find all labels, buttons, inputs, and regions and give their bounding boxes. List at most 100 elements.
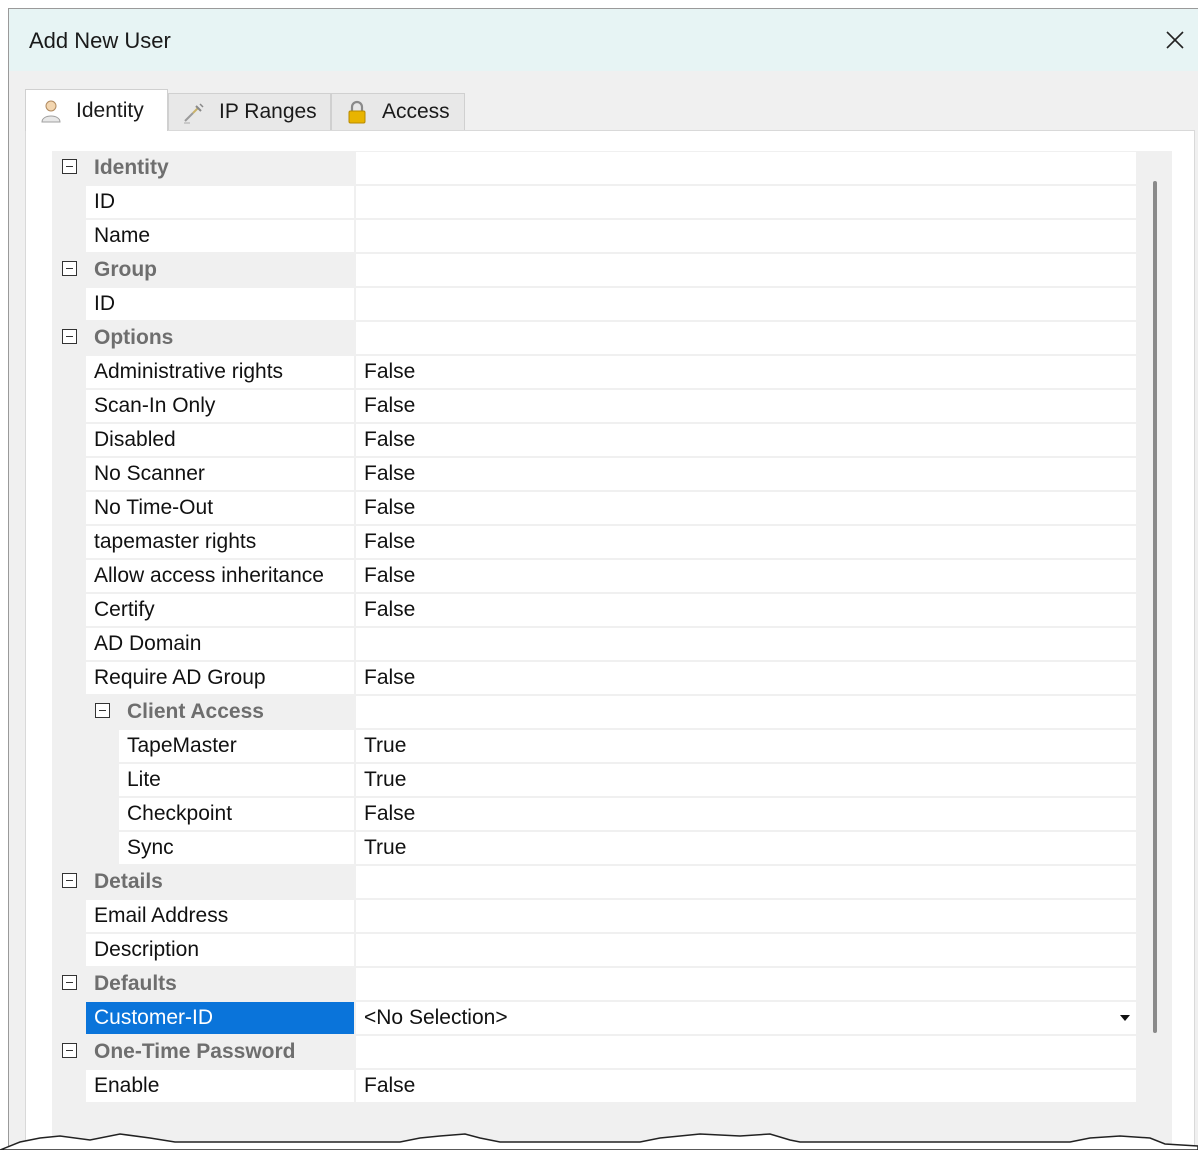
property-grid[interactable]: Identity ID Name Group ID Options Administrati… bbox=[52, 151, 1140, 1150]
property-name[interactable]: Enable bbox=[86, 1070, 354, 1102]
tab-access[interactable]: Access bbox=[331, 93, 465, 130]
property-name[interactable]: AD Domain bbox=[86, 628, 354, 660]
property-value[interactable] bbox=[356, 934, 1136, 966]
property-name[interactable]: Name bbox=[86, 220, 354, 252]
category-row[interactable]: Group bbox=[52, 253, 1136, 287]
close-button[interactable] bbox=[1152, 17, 1198, 63]
property-name[interactable]: Lite bbox=[119, 764, 354, 796]
property-row[interactable]: Email Address bbox=[52, 899, 1136, 933]
property-row[interactable]: Enable False bbox=[52, 1069, 1136, 1103]
property-row[interactable]: ID bbox=[52, 287, 1136, 321]
property-row[interactable]: Lite True bbox=[52, 763, 1136, 797]
property-name[interactable]: Administrative rights bbox=[86, 356, 354, 388]
property-name[interactable]: Scan-In Only bbox=[86, 390, 354, 422]
property-row[interactable]: Checkpoint False bbox=[52, 797, 1136, 831]
window-title: Add New User bbox=[29, 28, 171, 53]
property-name[interactable]: Require AD Group bbox=[86, 662, 354, 694]
property-row[interactable]: Sync True bbox=[52, 831, 1136, 865]
property-name[interactable]: Certify bbox=[86, 594, 354, 626]
property-name[interactable]: ID bbox=[86, 186, 354, 218]
property-value[interactable]: False bbox=[356, 594, 1136, 626]
collapse-icon[interactable] bbox=[62, 1043, 77, 1058]
category-value-cell bbox=[356, 152, 1136, 184]
property-value[interactable]: True bbox=[356, 832, 1136, 864]
tab-ip-ranges[interactable]: IP Ranges bbox=[168, 93, 331, 130]
scrollbar-thumb[interactable] bbox=[1153, 181, 1157, 1033]
property-row[interactable]: Certify False bbox=[52, 593, 1136, 627]
tab-access-label: Access bbox=[382, 100, 450, 123]
property-value[interactable]: False bbox=[356, 798, 1136, 830]
category-row[interactable]: Identity bbox=[52, 151, 1136, 185]
property-row[interactable]: AD Domain bbox=[52, 627, 1136, 661]
property-value[interactable]: False bbox=[356, 560, 1136, 592]
network-plug-icon bbox=[184, 103, 204, 124]
padlock-icon bbox=[348, 100, 366, 124]
category-label: Details bbox=[86, 866, 356, 898]
property-row[interactable]: Require AD Group False bbox=[52, 661, 1136, 695]
property-name[interactable]: Customer-ID bbox=[86, 1002, 354, 1034]
property-name[interactable]: No Time-Out bbox=[86, 492, 354, 524]
property-row[interactable]: Description bbox=[52, 933, 1136, 967]
property-name[interactable]: No Scanner bbox=[86, 458, 354, 490]
property-value[interactable] bbox=[356, 186, 1136, 218]
category-row[interactable]: Details bbox=[52, 865, 1136, 899]
property-value[interactable]: False bbox=[356, 356, 1136, 388]
title-bar[interactable]: Add New User bbox=[9, 9, 1198, 71]
property-name[interactable]: Sync bbox=[119, 832, 354, 864]
category-label: Defaults bbox=[86, 968, 356, 1000]
property-row[interactable]: Scan-In Only False bbox=[52, 389, 1136, 423]
close-icon bbox=[1166, 31, 1184, 49]
property-name[interactable]: Email Address bbox=[86, 900, 354, 932]
property-row[interactable]: tapemaster rights False bbox=[52, 525, 1136, 559]
category-row[interactable]: Client Access bbox=[52, 695, 1136, 729]
property-row[interactable]: ID bbox=[52, 185, 1136, 219]
property-name[interactable]: Checkpoint bbox=[119, 798, 354, 830]
property-row[interactable]: No Time-Out False bbox=[52, 491, 1136, 525]
property-value[interactable]: True bbox=[356, 764, 1136, 796]
property-value[interactable]: False bbox=[356, 424, 1136, 456]
category-row[interactable]: One-Time Password bbox=[52, 1035, 1136, 1069]
dropdown-arrow-icon[interactable] bbox=[1120, 1015, 1130, 1021]
property-value[interactable]: <No Selection> bbox=[356, 1002, 1136, 1034]
collapse-icon[interactable] bbox=[95, 703, 110, 718]
collapse-icon[interactable] bbox=[62, 975, 77, 990]
tab-identity[interactable]: Identity bbox=[25, 89, 168, 131]
property-value[interactable]: False bbox=[356, 1070, 1136, 1102]
property-row[interactable]: Allow access inheritance False bbox=[52, 559, 1136, 593]
property-name[interactable]: tapemaster rights bbox=[86, 526, 354, 558]
property-name[interactable]: TapeMaster bbox=[119, 730, 354, 762]
property-value[interactable] bbox=[356, 220, 1136, 252]
collapse-icon[interactable] bbox=[62, 261, 77, 276]
collapse-icon[interactable] bbox=[62, 329, 77, 344]
property-value[interactable]: True bbox=[356, 730, 1136, 762]
user-icon bbox=[41, 100, 61, 122]
property-row[interactable]: Administrative rights False bbox=[52, 355, 1136, 389]
property-value[interactable]: False bbox=[356, 526, 1136, 558]
property-row[interactable]: TapeMaster True bbox=[52, 729, 1136, 763]
property-row[interactable]: No Scanner False bbox=[52, 457, 1136, 491]
category-row[interactable]: Defaults bbox=[52, 967, 1136, 1001]
category-row[interactable]: Options bbox=[52, 321, 1136, 355]
property-name[interactable]: Description bbox=[86, 934, 354, 966]
category-value-cell bbox=[356, 968, 1136, 1000]
category-value-cell bbox=[356, 866, 1136, 898]
tab-panel: Identity ID Name Group ID Options Administrati… bbox=[25, 130, 1195, 1150]
property-value[interactable] bbox=[356, 628, 1136, 660]
tab-identity-label: Identity bbox=[76, 98, 144, 122]
vertical-scrollbar[interactable] bbox=[1140, 151, 1172, 1150]
property-row[interactable]: Customer-ID <No Selection> bbox=[52, 1001, 1136, 1035]
property-value[interactable] bbox=[356, 288, 1136, 320]
property-name[interactable]: Disabled bbox=[86, 424, 354, 456]
property-row[interactable]: Disabled False bbox=[52, 423, 1136, 457]
collapse-icon[interactable] bbox=[62, 873, 77, 888]
property-row[interactable]: Name bbox=[52, 219, 1136, 253]
property-value[interactable]: False bbox=[356, 492, 1136, 524]
property-value[interactable] bbox=[356, 900, 1136, 932]
property-name[interactable]: ID bbox=[86, 288, 354, 320]
property-name[interactable]: Allow access inheritance bbox=[86, 560, 354, 592]
property-value[interactable]: False bbox=[356, 458, 1136, 490]
property-value[interactable]: False bbox=[356, 662, 1136, 694]
collapse-icon[interactable] bbox=[62, 159, 77, 174]
dialog-window: Add New User Identity IP Ranges Access I… bbox=[8, 8, 1198, 1150]
property-value[interactable]: False bbox=[356, 390, 1136, 422]
